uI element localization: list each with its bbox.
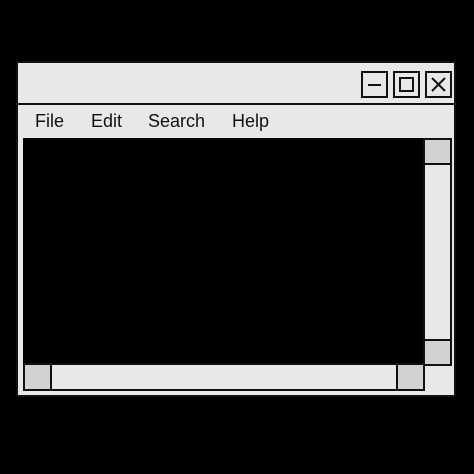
desktop-background: File Edit Search Help (0, 0, 474, 474)
minimize-icon (368, 84, 381, 86)
close-icon (431, 77, 446, 92)
scroll-up-button[interactable] (425, 138, 450, 165)
close-button[interactable] (425, 71, 452, 98)
menu-help[interactable]: Help (232, 110, 269, 132)
minimize-button[interactable] (361, 71, 388, 98)
vertical-scrollbar[interactable] (423, 138, 452, 366)
maximize-button[interactable] (393, 71, 420, 98)
menu-edit[interactable]: Edit (91, 110, 122, 132)
menu-file[interactable]: File (35, 110, 64, 132)
application-window: File Edit Search Help (16, 61, 456, 397)
scroll-right-button[interactable] (396, 365, 423, 389)
menu-bar: File Edit Search Help (18, 105, 454, 137)
scroll-down-button[interactable] (425, 339, 450, 366)
scroll-left-button[interactable] (25, 365, 52, 389)
content-area[interactable] (23, 138, 425, 363)
maximize-icon (399, 77, 414, 92)
menu-search[interactable]: Search (148, 110, 205, 132)
title-bar[interactable] (18, 63, 454, 105)
horizontal-scrollbar[interactable] (23, 363, 425, 391)
